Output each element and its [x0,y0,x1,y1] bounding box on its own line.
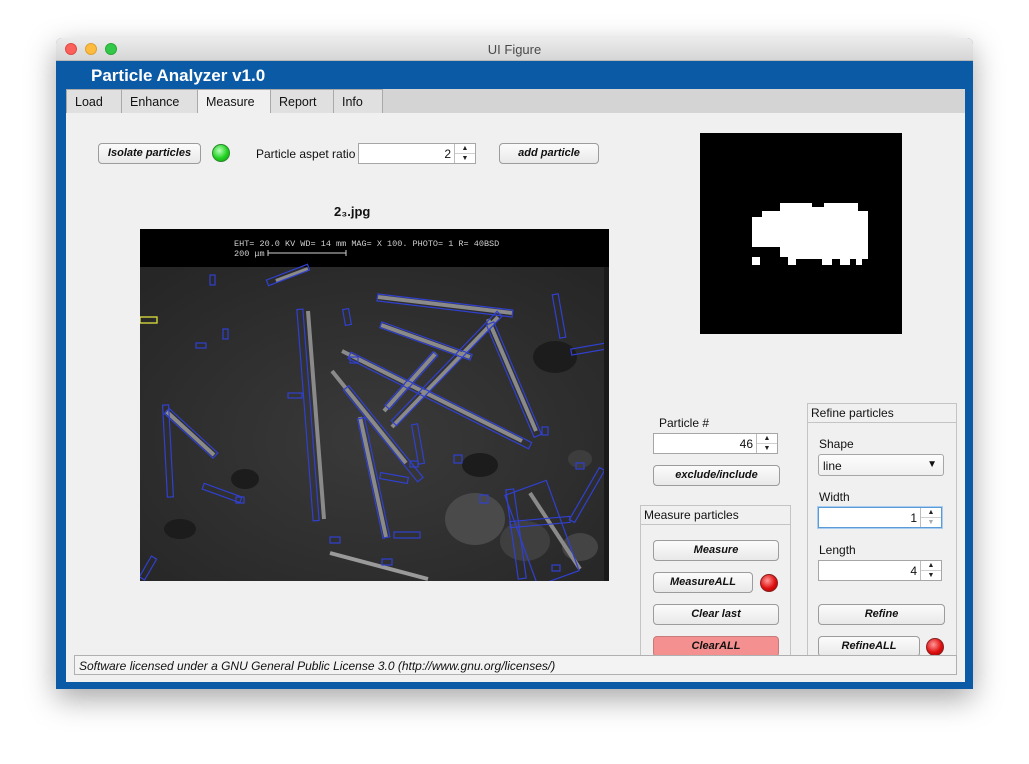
tab-enhance[interactable]: Enhance [121,89,198,113]
tab-load[interactable]: Load [66,89,122,113]
measure-button[interactable]: Measure [653,540,779,561]
particle-number-stepper[interactable]: 46 ▲ ▼ [653,433,778,454]
decrement-icon[interactable]: ▼ [757,444,777,453]
refine-all-status-led [926,638,944,656]
sem-image-canvas: EHT= 20.0 KV WD= 14 mm MAG= X 100. PHOTO… [140,229,609,581]
measure-all-button[interactable]: MeasureALL [653,572,753,593]
tab-measure[interactable]: Measure [197,89,271,115]
app-title: Particle Analyzer v1.0 [91,66,266,85]
width-label: Width [819,490,850,504]
length-label: Length [819,543,856,557]
thumbnail-canvas [752,203,868,265]
increment-icon[interactable]: ▲ [921,561,941,571]
clear-last-button[interactable]: Clear last [653,604,779,625]
tab-report[interactable]: Report [270,89,334,113]
sem-info-text: EHT= 20.0 KV WD= 14 mm MAG= X 100. PHOTO… [234,239,499,249]
clear-all-button[interactable]: ClearALL [653,636,779,657]
particle-mask [752,203,868,265]
shape-value: line [823,459,842,473]
particle-number-arrows[interactable]: ▲ ▼ [756,434,777,453]
aspect-ratio-stepper[interactable]: 2 ▲ ▼ [358,143,476,164]
decrement-icon[interactable]: ▼ [921,571,941,580]
refine-button[interactable]: Refine [818,604,945,625]
particle-thumbnail [700,133,902,334]
aspect-ratio-label: Particle aspet ratio [256,147,356,161]
length-value: 4 [910,564,917,578]
tab-info[interactable]: Info [333,89,383,113]
measure-group-title: Measure particles [641,506,790,525]
increment-icon[interactable]: ▲ [455,144,475,154]
particle-number-label: Particle # [659,416,710,430]
image-title: 2₃.jpg [334,204,371,219]
aspect-ratio-value: 2 [444,147,451,161]
length-arrows[interactable]: ▲ ▼ [920,561,941,580]
particle-number-value: 46 [739,437,753,451]
tab-bar: Load Enhance Measure Report Info [66,89,965,115]
exclude-include-button[interactable]: exclude/include [653,465,780,486]
window-titlebar: UI Figure [56,38,973,61]
sem-image-view[interactable]: EHT= 20.0 KV WD= 14 mm MAG= X 100. PHOTO… [140,229,609,581]
decrement-icon[interactable]: ▼ [455,154,475,163]
window-title: UI Figure [487,42,542,57]
increment-icon[interactable]: ▲ [921,508,941,518]
app-window: UI Figure Particle Analyzer v1.0 Load En… [56,38,973,689]
isolate-status-led [212,144,230,162]
particle-mask-fragment [752,257,760,265]
aspect-ratio-arrows[interactable]: ▲ ▼ [454,144,475,163]
width-arrows[interactable]: ▲ ▼ [920,508,941,527]
sem-scale-text: 200 μm [234,249,265,259]
sem-right-edge [604,267,609,581]
shape-dropdown[interactable]: line ▼ [818,454,944,476]
measure-panel: Isolate particles Particle aspet ratio 2… [66,113,965,682]
length-stepper[interactable]: 4 ▲ ▼ [818,560,942,581]
isolate-particles-button[interactable]: Isolate particles [98,143,201,164]
measure-all-status-led [760,574,778,592]
increment-icon[interactable]: ▲ [757,434,777,444]
decrement-icon[interactable]: ▼ [921,518,941,527]
refine-group-title: Refine particles [808,404,956,423]
shape-label: Shape [819,437,854,451]
width-value: 1 [910,511,917,525]
chevron-down-icon: ▼ [927,459,937,470]
add-particle-button[interactable]: add particle [499,143,599,164]
width-stepper[interactable]: 1 ▲ ▼ [818,507,942,528]
refine-all-button[interactable]: RefineALL [818,636,920,657]
license-status-bar: Software licensed under a GNU General Pu… [74,655,957,675]
